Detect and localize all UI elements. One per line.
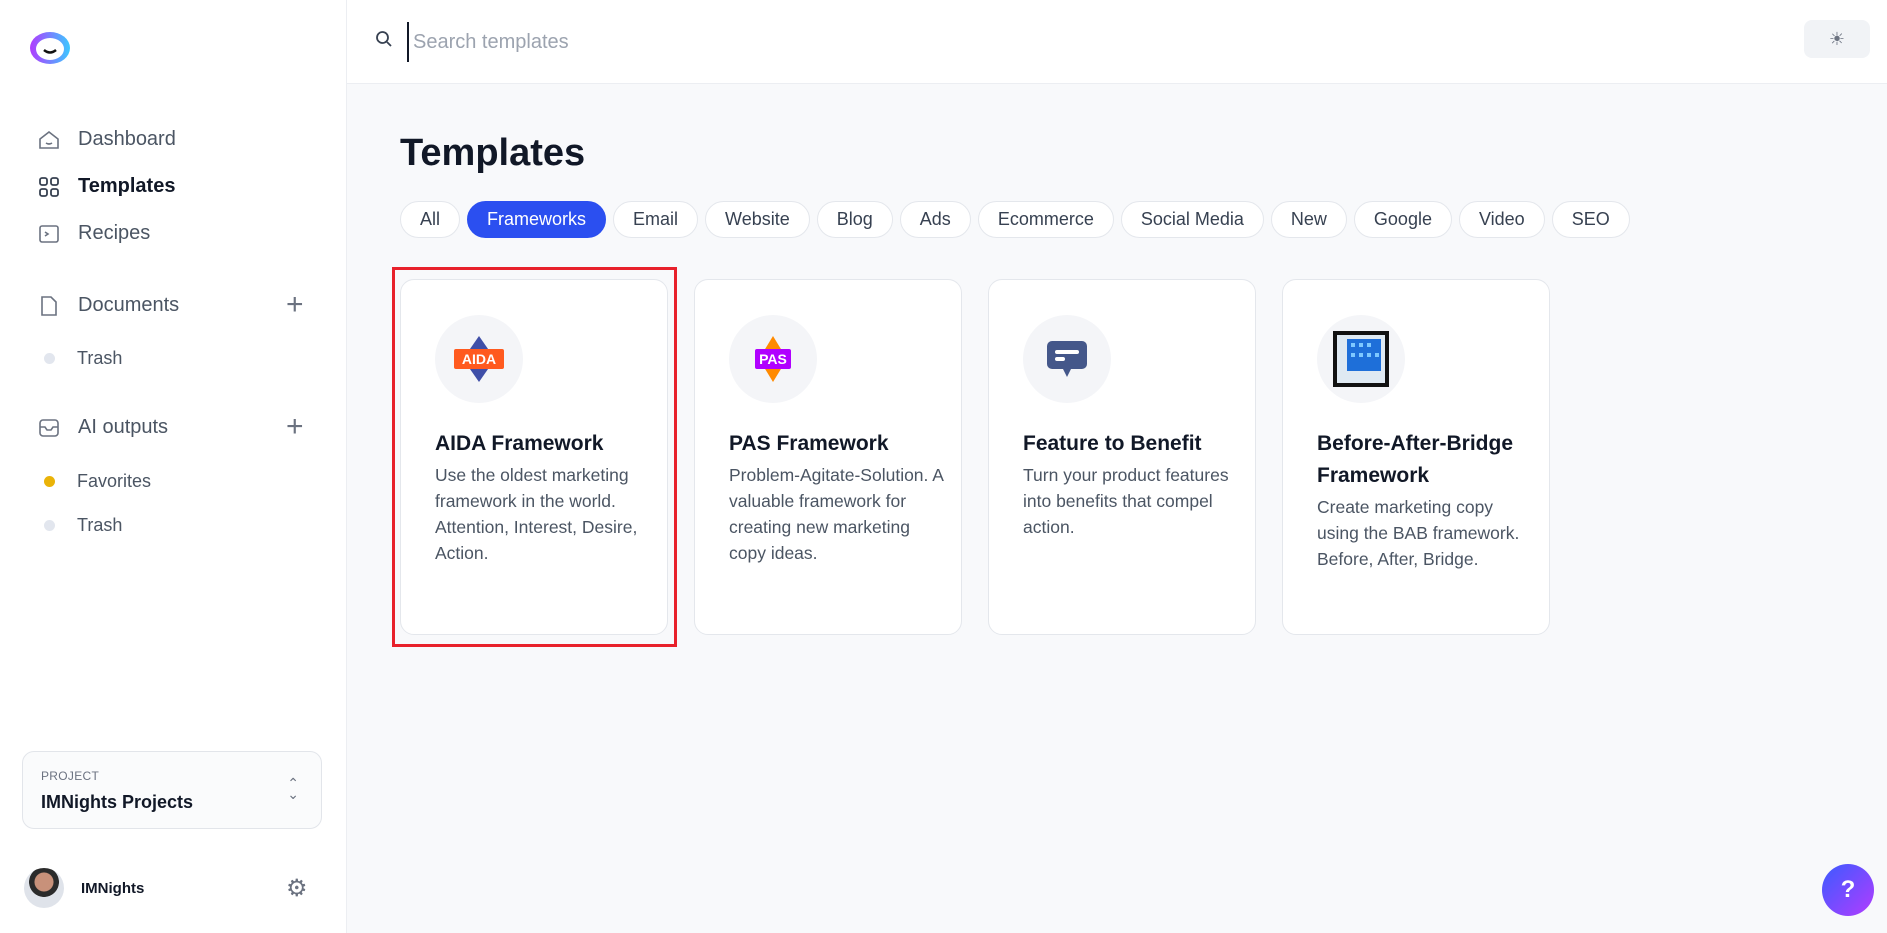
project-label: PROJECT xyxy=(41,769,100,783)
dot-icon xyxy=(44,353,55,364)
building-icon xyxy=(1317,315,1405,403)
grid-icon xyxy=(38,176,60,198)
svg-text:PAS: PAS xyxy=(759,351,787,367)
lightbulb-icon: ☀ xyxy=(1828,28,1846,49)
card-description: Problem-Agitate-Solution. A valuable fra… xyxy=(729,465,944,563)
sidebar-item-favorites[interactable]: Favorites xyxy=(44,471,151,492)
dot-icon xyxy=(44,476,55,487)
filter-ads[interactable]: Ads xyxy=(899,201,971,238)
section-label: Documents xyxy=(78,294,180,316)
filter-email[interactable]: Email xyxy=(613,201,699,238)
sidebar-section-documents[interactable]: Documents xyxy=(38,294,179,317)
filter-website[interactable]: Website xyxy=(705,201,810,238)
theme-toggle-button[interactable]: ☀ xyxy=(1804,20,1870,58)
card-title: Before-After-Bridge Framework xyxy=(1317,432,1514,487)
chevron-up-down-icon: ⌃ ⌄ xyxy=(287,775,299,802)
filter-chips: All Frameworks Email Website Blog Ads Ec… xyxy=(400,201,1630,238)
search-input[interactable] xyxy=(407,22,1107,62)
help-button[interactable]: ? xyxy=(1822,864,1874,916)
template-card-bab[interactable]: Before-After-Bridge Framework Create mar… xyxy=(1282,279,1550,635)
gear-icon[interactable]: ⚙ xyxy=(286,877,308,901)
user-name: IMNights xyxy=(81,879,145,897)
template-card-feature-to-benefit[interactable]: Feature to Benefit Turn your product fea… xyxy=(988,279,1256,635)
search-icon xyxy=(376,31,392,47)
sidebar-item-label: Templates xyxy=(78,175,176,197)
card-description: Turn your product features into benefits… xyxy=(1023,465,1229,537)
add-ai-output-button[interactable]: + xyxy=(286,412,304,442)
card-title: Feature to Benefit xyxy=(1023,432,1202,455)
topbar: ☀ xyxy=(347,0,1887,84)
project-selector[interactable]: PROJECT IMNights Projects ⌃ ⌄ xyxy=(22,751,322,829)
filter-social-media[interactable]: Social Media xyxy=(1120,201,1264,238)
dot-icon xyxy=(44,520,55,531)
sidebar-item-documents-trash[interactable]: Trash xyxy=(44,348,122,369)
add-document-button[interactable]: + xyxy=(286,290,304,320)
sidebar-item-label: Dashboard xyxy=(78,128,176,150)
sidebar-section-ai-outputs[interactable]: AI outputs xyxy=(38,416,168,439)
sidebar-item-label: Favorites xyxy=(77,471,152,491)
home-icon xyxy=(38,129,60,151)
card-description: Create marketing copy using the BAB fram… xyxy=(1317,497,1520,569)
filter-blog[interactable]: Blog xyxy=(816,201,893,238)
card-title: PAS Framework xyxy=(729,432,889,455)
pas-icon: PAS xyxy=(729,315,817,403)
sidebar-item-label: Trash xyxy=(77,515,123,535)
user-profile[interactable]: IMNights xyxy=(24,868,144,908)
filter-seo[interactable]: SEO xyxy=(1551,201,1630,238)
inbox-icon xyxy=(38,417,60,439)
filter-google[interactable]: Google xyxy=(1353,201,1452,238)
project-name: IMNights Projects xyxy=(41,792,194,812)
terminal-icon xyxy=(38,223,60,245)
sidebar: Dashboard Templates Recipes Documents + … xyxy=(0,0,347,933)
speech-bubble-icon xyxy=(1023,315,1111,403)
template-card-pas[interactable]: PAS PAS Framework Problem-Agitate-Soluti… xyxy=(694,279,962,635)
selection-highlight xyxy=(392,267,677,647)
sidebar-item-dashboard[interactable]: Dashboard xyxy=(38,128,176,151)
filter-frameworks[interactable]: Frameworks xyxy=(467,201,607,238)
filter-video[interactable]: Video xyxy=(1458,201,1545,238)
document-icon xyxy=(38,295,60,317)
filter-new[interactable]: New xyxy=(1270,201,1347,238)
filter-all[interactable]: All xyxy=(400,201,461,238)
section-label: AI outputs xyxy=(78,416,169,438)
avatar xyxy=(24,868,64,908)
sidebar-item-templates[interactable]: Templates xyxy=(38,175,175,198)
filter-ecommerce[interactable]: Ecommerce xyxy=(977,201,1114,238)
jasper-logo[interactable] xyxy=(28,30,72,66)
sidebar-item-label: Recipes xyxy=(78,222,151,244)
page-title: Templates xyxy=(400,132,586,174)
sidebar-item-outputs-trash[interactable]: Trash xyxy=(44,515,122,536)
sidebar-item-recipes[interactable]: Recipes xyxy=(38,222,150,245)
sidebar-item-label: Trash xyxy=(77,348,123,368)
